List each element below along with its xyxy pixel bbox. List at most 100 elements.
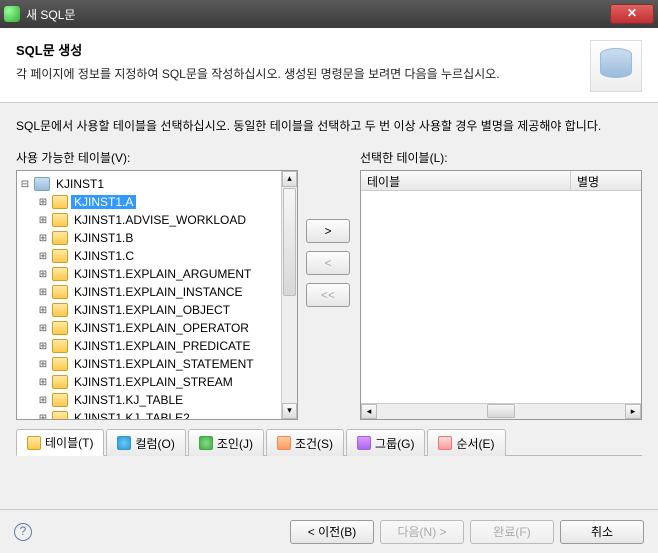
- tree-item[interactable]: ⊞ KJINST1.EXPLAIN_PREDICATE: [19, 337, 279, 355]
- tree-item-label: KJINST1.EXPLAIN_STREAM: [71, 375, 236, 389]
- scroll-down-button[interactable]: ▾: [282, 403, 297, 419]
- page-subtitle: 각 페이지에 정보를 지정하여 SQL문을 작성하십시오. 생성된 명령문을 보…: [16, 65, 580, 82]
- tab-order[interactable]: 순서(E): [427, 429, 505, 456]
- expand-icon[interactable]: ⊟: [19, 179, 31, 190]
- tree-item[interactable]: ⊞ KJINST1.KJ_TABLE: [19, 391, 279, 409]
- tree-item[interactable]: ⊞ KJINST1.EXPLAIN_STREAM: [19, 373, 279, 391]
- next-button[interactable]: 다음(N) >: [380, 520, 464, 544]
- table-icon: [52, 393, 68, 407]
- tree-item-label: KJINST1.EXPLAIN_STATEMENT: [71, 357, 257, 371]
- table-icon: [52, 411, 68, 419]
- tab-join[interactable]: 조인(J): [188, 429, 264, 456]
- table-icon: [52, 213, 68, 227]
- wizard-header: SQL문 생성 각 페이지에 정보를 지정하여 SQL문을 작성하십시오. 생성…: [0, 28, 658, 103]
- back-button[interactable]: < 이전(B): [290, 520, 374, 544]
- tree-item-label: KJINST1.EXPLAIN_PREDICATE: [71, 339, 254, 353]
- scroll-thumb[interactable]: [283, 188, 296, 296]
- columns-icon: [117, 436, 131, 450]
- wizard-footer: ? < 이전(B) 다음(N) > 완료(F) 취소: [0, 509, 658, 553]
- table-icon: [52, 231, 68, 245]
- expand-icon[interactable]: ⊞: [37, 413, 49, 420]
- cancel-button[interactable]: 취소: [560, 520, 644, 544]
- tree-scrollbar[interactable]: ▴ ▾: [281, 171, 297, 419]
- hscroll-right-button[interactable]: ▸: [625, 404, 641, 419]
- available-tables-label: 사용 가능한 테이블(V):: [16, 149, 298, 166]
- title-bar: 새 SQL문 ✕: [0, 0, 658, 28]
- expand-icon[interactable]: ⊞: [37, 251, 49, 262]
- tree-item[interactable]: ⊞ KJINST1.EXPLAIN_STATEMENT: [19, 355, 279, 373]
- tree-item[interactable]: ⊞ KJINST1.KJ_TABLE2: [19, 409, 279, 419]
- table-icon: [52, 249, 68, 263]
- tree-item[interactable]: ⊞KJINST1.ADVISE_WORKLOAD: [19, 211, 279, 229]
- available-tables-tree[interactable]: ⊟KJINST1 ⊞ KJINST1.A ⊞KJINST1.ADVISE_WORKLO…: [16, 170, 298, 420]
- tree-item-label: KJINST1.EXPLAIN_OPERATOR: [71, 321, 252, 335]
- tree-item[interactable]: ⊞ KJINST1.EXPLAIN_OBJECT: [19, 301, 279, 319]
- remove-all-button[interactable]: <<: [306, 283, 350, 307]
- tree-item[interactable]: ⊞ KJINST1.A: [19, 193, 279, 211]
- group-icon: [357, 436, 371, 450]
- tab-label: 컬럼(O): [135, 435, 174, 452]
- tab-label: 그룹(G): [375, 435, 414, 452]
- expand-icon[interactable]: ⊞: [37, 359, 49, 370]
- window-title: 새 SQL문: [26, 6, 610, 23]
- selected-h-scrollbar[interactable]: ◂ ▸: [361, 403, 641, 419]
- header-db-icon: [590, 40, 642, 92]
- close-button[interactable]: ✕: [610, 4, 654, 24]
- help-button[interactable]: ?: [14, 523, 32, 541]
- tab-label: 조인(J): [217, 435, 253, 452]
- expand-icon[interactable]: ⊞: [37, 305, 49, 316]
- expand-icon[interactable]: ⊞: [37, 377, 49, 388]
- tree-item[interactable]: ⊞ KJINST1.EXPLAIN_INSTANCE: [19, 283, 279, 301]
- tree-item-label: KJINST1.KJ_TABLE: [71, 393, 186, 407]
- expand-icon[interactable]: ⊞: [37, 341, 49, 352]
- tree-item[interactable]: ⊞ KJINST1.EXPLAIN_OPERATOR: [19, 319, 279, 337]
- tree-item[interactable]: ⊞ KJINST1.C: [19, 247, 279, 265]
- tree-item[interactable]: ⊞ KJINST1.B: [19, 229, 279, 247]
- tree-root[interactable]: ⊟KJINST1: [19, 175, 279, 193]
- table-icon: [52, 339, 68, 353]
- tree-item-label: KJINST1.EXPLAIN_ARGUMENT: [71, 267, 254, 281]
- hscroll-thumb[interactable]: [487, 404, 515, 418]
- tree-item-label: KJINST1.B: [71, 231, 136, 245]
- scroll-up-button[interactable]: ▴: [282, 171, 297, 187]
- tab-label: 테이블(T): [45, 434, 93, 451]
- app-icon: [4, 6, 20, 22]
- expand-icon[interactable]: ⊞: [37, 215, 49, 226]
- remove-button[interactable]: <: [306, 251, 350, 275]
- selected-tables-list[interactable]: 테이블 별명 ◂ ▸: [360, 170, 642, 420]
- tree-item[interactable]: ⊞ KJINST1.EXPLAIN_ARGUMENT: [19, 265, 279, 283]
- expand-icon[interactable]: ⊞: [37, 197, 49, 208]
- expand-icon[interactable]: ⊞: [37, 269, 49, 280]
- tree-item-label: KJINST1.KJ_TABLE2: [71, 411, 193, 419]
- table-icon: [52, 195, 68, 209]
- tree-item-label: KJINST1.C: [71, 249, 137, 263]
- table-icon: [52, 285, 68, 299]
- tree-item-label: KJINST1.EXPLAIN_OBJECT: [71, 303, 233, 317]
- tree-item-label: KJINST1.EXPLAIN_INSTANCE: [71, 285, 246, 299]
- expand-icon[interactable]: ⊞: [37, 287, 49, 298]
- selected-col-alias[interactable]: 별명: [571, 171, 641, 190]
- table-icon: [27, 436, 41, 450]
- join-icon: [199, 436, 213, 450]
- selected-tables-label: 선택한 테이블(L):: [360, 149, 642, 166]
- table-icon: [52, 357, 68, 371]
- tab-label: 조건(S): [295, 435, 333, 452]
- table-icon: [52, 321, 68, 335]
- tab-columns[interactable]: 컬럼(O): [106, 429, 185, 456]
- tree-item-label: KJINST1.A: [71, 195, 136, 209]
- hscroll-left-button[interactable]: ◂: [361, 404, 377, 419]
- expand-icon[interactable]: ⊞: [37, 395, 49, 406]
- selected-col-table[interactable]: 테이블: [361, 171, 571, 190]
- order-icon: [438, 436, 452, 450]
- expand-icon[interactable]: ⊞: [37, 233, 49, 244]
- tab-where[interactable]: 조건(S): [266, 429, 344, 456]
- table-icon: [52, 303, 68, 317]
- add-button[interactable]: >: [306, 219, 350, 243]
- where-icon: [277, 436, 291, 450]
- tab-table[interactable]: 테이블(T): [16, 429, 104, 456]
- page-title: SQL문 생성: [16, 40, 580, 59]
- finish-button[interactable]: 완료(F): [470, 520, 554, 544]
- expand-icon[interactable]: ⊞: [37, 323, 49, 334]
- tab-group[interactable]: 그룹(G): [346, 429, 425, 456]
- table-icon: [52, 267, 68, 281]
